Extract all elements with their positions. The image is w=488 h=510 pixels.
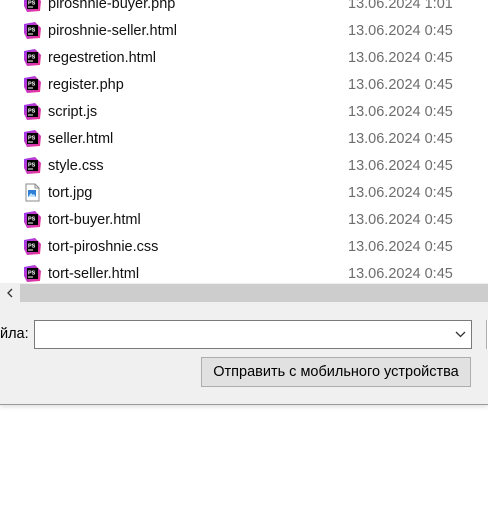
file-date-modified: 13.06.2024 0:45 (348, 131, 453, 147)
phpstorm-icon: PS (23, 48, 42, 67)
file-row[interactable]: PS tort-buyer.html 13.06.2024 0:45 (0, 208, 488, 235)
file-row[interactable]: PS piroshnie-buyer.php 13.06.2024 1:01 (0, 0, 488, 19)
file-row[interactable]: PS register.php 13.06.2024 0:45 (0, 73, 488, 100)
phpstorm-icon: PS (23, 210, 42, 229)
horizontal-scrollbar[interactable] (0, 283, 488, 303)
scrollbar-thumb[interactable] (20, 284, 488, 302)
image-file-icon (23, 183, 42, 202)
phpstorm-icon: PS (23, 237, 42, 256)
file-list: PS piroshnie-buyer.php 13.06.2024 1:01 P… (0, 0, 488, 283)
svg-text:PS: PS (28, 109, 36, 115)
file-name: tort.jpg (48, 185, 93, 201)
file-row[interactable]: PS style.css 13.06.2024 0:45 (0, 154, 488, 181)
svg-text:PS: PS (28, 217, 36, 223)
svg-text:PS: PS (28, 136, 36, 142)
file-name: tort-seller.html (48, 266, 140, 282)
phpstorm-icon: PS (23, 264, 42, 283)
file-name: piroshnie-buyer.php (48, 0, 176, 12)
file-name: register.php (48, 77, 124, 93)
phpstorm-icon: PS (23, 129, 42, 148)
file-row[interactable]: tort.jpg 13.06.2024 0:45 (0, 181, 488, 208)
phpstorm-icon: PS (23, 156, 42, 175)
svg-text:PS: PS (28, 163, 36, 169)
file-date-modified: 13.06.2024 0:45 (348, 158, 453, 174)
file-row[interactable]: PS tort-piroshnie.css 13.06.2024 0:45 (0, 235, 488, 262)
phpstorm-icon: PS (23, 75, 42, 94)
file-date-modified: 13.06.2024 0:45 (348, 239, 453, 255)
phpstorm-icon: PS (23, 21, 42, 40)
scroll-left-arrow-icon[interactable] (0, 283, 19, 303)
phpstorm-icon: PS (23, 102, 42, 121)
file-row[interactable]: PS seller.html 13.06.2024 0:45 (0, 127, 488, 154)
file-row[interactable]: PS tort-seller.html 13.06.2024 0:45 (0, 262, 488, 283)
file-row[interactable]: PS piroshnie-seller.html 13.06.2024 0:45 (0, 19, 488, 46)
svg-text:PS: PS (28, 28, 36, 34)
file-date-modified: 13.06.2024 0:45 (348, 212, 453, 228)
svg-text:PS: PS (28, 1, 36, 7)
file-open-dialog: PS piroshnie-buyer.php 13.06.2024 1:01 P… (0, 0, 488, 405)
file-date-modified: 13.06.2024 0:45 (348, 185, 453, 201)
file-name: regestretion.html (48, 50, 156, 66)
filename-combobox[interactable] (34, 320, 472, 349)
svg-text:PS: PS (28, 271, 36, 277)
filename-label: йла: (0, 326, 29, 342)
chevron-down-icon[interactable] (453, 326, 467, 342)
file-date-modified: 13.06.2024 0:45 (348, 104, 453, 120)
file-row[interactable]: PS regestretion.html 13.06.2024 0:45 (0, 46, 488, 73)
svg-text:PS: PS (28, 55, 36, 61)
file-name: style.css (48, 158, 104, 174)
file-name: tort-piroshnie.css (48, 239, 159, 255)
file-row[interactable]: PS script.js 13.06.2024 0:45 (0, 100, 488, 127)
file-date-modified: 13.06.2024 0:45 (348, 50, 453, 66)
file-date-modified: 13.06.2024 0:45 (348, 77, 453, 93)
send-from-mobile-button[interactable]: Отправить с мобильного устройства (201, 357, 471, 387)
file-date-modified: 13.06.2024 0:45 (348, 266, 453, 282)
file-date-modified: 13.06.2024 1:01 (348, 0, 453, 12)
file-date-modified: 13.06.2024 0:45 (348, 23, 453, 39)
file-name: script.js (48, 104, 98, 120)
file-name: seller.html (48, 131, 114, 147)
file-name: tort-buyer.html (48, 212, 141, 228)
svg-text:PS: PS (28, 82, 36, 88)
svg-text:PS: PS (28, 244, 36, 250)
file-name: piroshnie-seller.html (48, 23, 177, 39)
phpstorm-icon: PS (23, 0, 42, 13)
